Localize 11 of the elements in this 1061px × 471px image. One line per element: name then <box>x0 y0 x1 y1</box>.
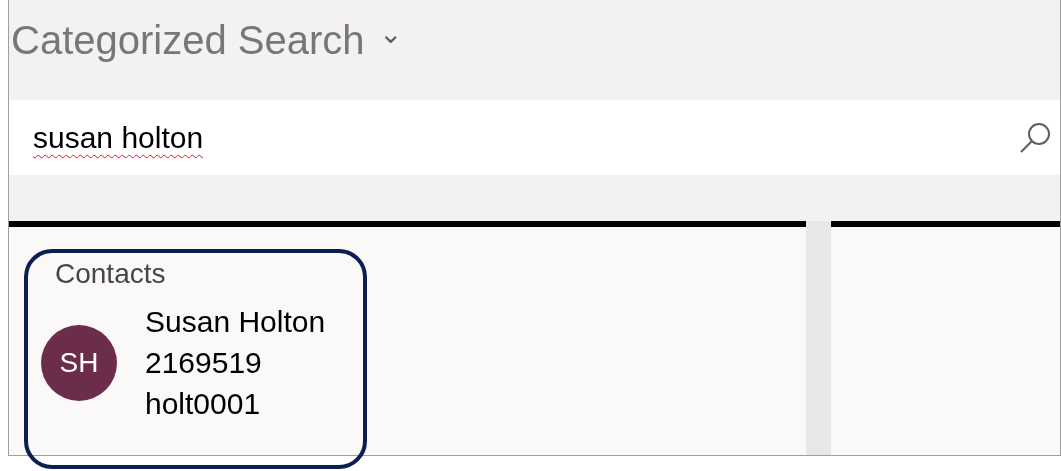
category-label: Contacts <box>55 257 167 291</box>
title-dropdown[interactable]: ⌄ <box>378 14 402 54</box>
contact-username: holt0001 <box>145 386 262 422</box>
contact-name: Susan Holton <box>145 304 326 340</box>
contact-number: 2169519 <box>145 345 263 381</box>
search-icon[interactable] <box>1018 120 1052 155</box>
page-title: Categorized Search <box>11 17 365 64</box>
contact-item[interactable]: SH Susan Holton 2169519 holt0001 <box>41 301 326 424</box>
avatar: SH <box>41 324 117 401</box>
search-text: susan holton <box>33 120 205 156</box>
search-field[interactable]: susan holton <box>9 100 1060 175</box>
